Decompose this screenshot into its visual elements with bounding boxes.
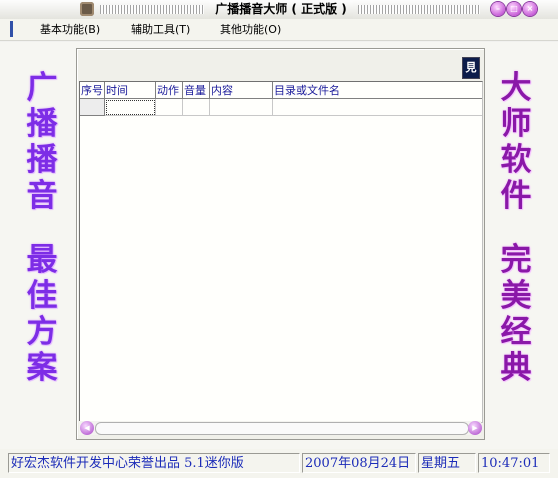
column-header-action[interactable]: 动作 — [156, 82, 183, 99]
schedule-grid[interactable]: 序号 时间 动作 音量 内容 目录或文件名 — [79, 81, 483, 423]
slogan-char: 广 — [26, 70, 58, 106]
status-weekday: 星期五 — [418, 453, 476, 473]
slogan-right-top: 大 师 软 件 — [496, 70, 536, 214]
time-cell[interactable] — [105, 99, 156, 116]
slogan-char: 经 — [500, 314, 532, 350]
menu-aux-tools[interactable]: 辅助工具(T) — [131, 22, 190, 37]
scroll-right-icon[interactable]: ▶ — [468, 421, 482, 435]
slogan-char: 音 — [26, 178, 58, 214]
action-cell[interactable] — [156, 99, 183, 116]
status-time: 10:47:01 — [478, 453, 550, 473]
slogan-right-bottom: 完 美 经 典 — [496, 242, 536, 386]
menu-basic-functions[interactable]: 基本功能(B) — [40, 22, 100, 37]
content-cell[interactable] — [210, 99, 273, 116]
menu-divider — [0, 40, 558, 42]
column-header-volume[interactable]: 音量 — [183, 82, 210, 99]
maximize-button[interactable]: □ — [507, 2, 521, 16]
slogan-char: 播 — [26, 106, 58, 142]
column-header-index[interactable]: 序号 — [80, 82, 105, 99]
title-bar: 广播播音大师 ( 正式版 ) – □ × — [0, 0, 558, 20]
slogan-char: 佳 — [26, 278, 58, 314]
column-header-time[interactable]: 时间 — [105, 82, 156, 99]
title-bar-stripes-left — [100, 5, 204, 14]
menu-bar: 基本功能(B) 辅助工具(T) 其他功能(O) — [0, 19, 558, 40]
menu-grip-icon — [10, 21, 13, 37]
volume-cell[interactable] — [183, 99, 210, 116]
path-cell[interactable] — [273, 99, 482, 116]
slogan-left-top: 广 播 播 音 — [22, 70, 62, 214]
slogan-char: 播 — [26, 142, 58, 178]
column-header-content[interactable]: 内容 — [210, 82, 273, 99]
slogan-char: 件 — [500, 178, 532, 214]
slogan-char: 案 — [26, 350, 58, 386]
scroll-left-icon[interactable]: ◀ — [80, 421, 94, 435]
panel-view-button[interactable]: 見 — [462, 57, 480, 79]
playlist-panel: 見 序号 时间 动作 音量 内容 目录或文件名 ◀ ▶ — [76, 48, 485, 440]
slogan-char: 师 — [500, 106, 532, 142]
status-bar: 好宏杰软件开发中心荣誉出品 5.1迷你版 2007年08月24日 星期五 10:… — [0, 449, 558, 478]
slogan-char: 完 — [500, 242, 532, 278]
window-title: 广播播音大师 ( 正式版 ) — [209, 1, 353, 18]
horizontal-scrollbar[interactable]: ◀ ▶ — [79, 421, 482, 435]
title-bar-stripes-right — [358, 5, 480, 14]
scroll-thumb[interactable] — [95, 422, 469, 435]
minimize-button[interactable]: – — [491, 2, 505, 16]
slogan-left-bottom: 最 佳 方 案 — [22, 242, 62, 386]
row-index-cell[interactable] — [80, 99, 105, 116]
slogan-char: 软 — [500, 142, 532, 178]
slogan-char: 美 — [500, 278, 532, 314]
slogan-char: 大 — [500, 70, 532, 106]
status-credit: 好宏杰软件开发中心荣誉出品 5.1迷你版 — [8, 453, 300, 473]
menu-other-functions[interactable]: 其他功能(O) — [220, 22, 281, 37]
slogan-char: 方 — [26, 314, 58, 350]
slogan-char: 典 — [500, 350, 532, 386]
status-date: 2007年08月24日 — [302, 453, 416, 473]
slogan-char: 最 — [26, 242, 58, 278]
close-button[interactable]: × — [523, 2, 537, 16]
column-header-path[interactable]: 目录或文件名 — [273, 82, 482, 99]
app-icon[interactable] — [80, 2, 94, 16]
